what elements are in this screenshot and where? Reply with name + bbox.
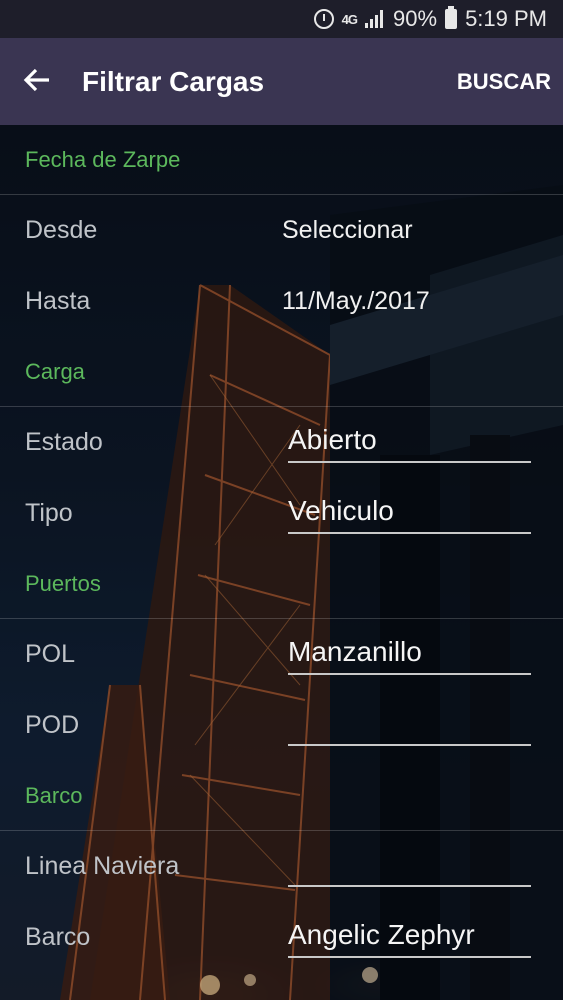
clock: 5:19 PM [465,6,547,31]
row-pol: POL Manzanillo [0,619,563,690]
lte-icon: 4G [341,11,358,27]
row-linea-naviera: Linea Naviera [0,831,563,902]
row-barco: Barco Angelic Zephyr [0,902,563,973]
row-tipo: Tipo Vehiculo [0,478,563,549]
estado-field[interactable]: Abierto [288,419,531,463]
pod-label: POD [25,711,80,739]
battery-icon [445,6,458,31]
linea-naviera-label: Linea Naviera [25,852,180,880]
hasta-label: Hasta [25,287,91,315]
row-pod: POD [0,690,563,761]
section-header-carga: Carga [0,337,563,407]
tipo-field[interactable]: Vehiculo [288,490,531,534]
status-bar: 4G 90% 5:19 PM [0,0,563,38]
row-hasta: Hasta 11/May./2017 [0,266,563,337]
back-arrow-icon [23,68,51,96]
filter-form: Fecha de Zarpe Desde Seleccionar Hasta 1… [0,125,563,973]
desde-label: Desde [25,216,98,244]
desde-date-picker[interactable]: Seleccionar [282,195,413,266]
row-estado: Estado Abierto [0,407,563,478]
pol-field[interactable]: Manzanillo [288,631,531,675]
alarm-icon [313,7,334,31]
tipo-label: Tipo [25,499,73,527]
barco-field[interactable]: Angelic Zephyr [288,914,531,958]
app-bar: Filtrar Cargas BUSCAR [0,38,563,125]
section-header-barco: Barco [0,761,563,831]
pod-field[interactable] [288,702,531,746]
back-button[interactable] [0,38,74,125]
signal-icon [365,7,385,31]
row-desde: Desde Seleccionar [0,195,563,266]
barco-label: Barco [25,923,91,951]
section-header-fecha: Fecha de Zarpe [0,125,563,195]
linea-naviera-field[interactable] [288,843,531,887]
page-title: Filtrar Cargas [82,65,265,97]
hasta-date-picker[interactable]: 11/May./2017 [282,266,430,337]
section-header-puertos: Puertos [0,549,563,619]
estado-label: Estado [25,428,103,456]
search-button[interactable]: BUSCAR [457,38,551,125]
battery-percent: 90% [393,6,438,31]
pol-label: POL [25,640,76,668]
